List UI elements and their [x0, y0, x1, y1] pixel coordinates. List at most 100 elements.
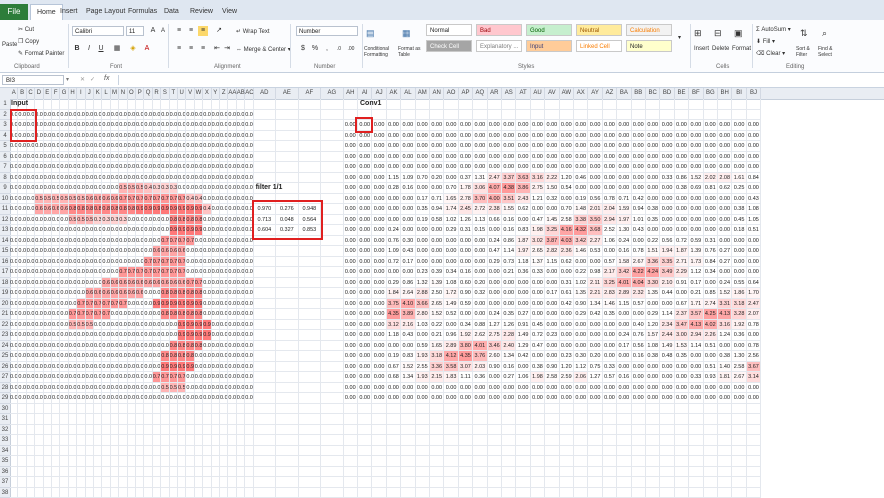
cell[interactable]: 0.00 [487, 141, 502, 152]
cell[interactable]: 0.9 [186, 319, 195, 330]
cell[interactable]: 0.35 [646, 214, 661, 225]
cell[interactable]: 0.0 [10, 162, 19, 173]
cell[interactable]: 0.0 [236, 298, 246, 309]
paste-button[interactable]: Paste [2, 42, 17, 48]
cell[interactable] [52, 487, 61, 498]
cell[interactable]: 0.00 [530, 351, 546, 362]
cell[interactable]: 0.00 [703, 204, 718, 215]
cell[interactable]: 0.0 [52, 319, 61, 330]
cell[interactable] [631, 109, 646, 120]
cell[interactable] [276, 130, 299, 141]
cell[interactable]: 0.0 [228, 120, 237, 131]
cell[interactable]: 0.7 [102, 298, 111, 309]
cell[interactable]: 0.0 [35, 141, 44, 152]
cell[interactable]: 1.83 [444, 372, 459, 383]
cell[interactable]: 0.00 [358, 162, 373, 173]
cell[interactable]: 0.0 [68, 162, 78, 173]
cell[interactable]: 1.14 [689, 340, 704, 351]
cell[interactable]: 4.04 [631, 277, 646, 288]
cell[interactable]: 0.0 [236, 361, 246, 372]
cell[interactable] [298, 393, 322, 404]
cell[interactable]: 1.87 [674, 246, 690, 257]
cell[interactable] [358, 435, 373, 446]
cell[interactable]: 0.0 [94, 330, 103, 341]
cell[interactable] [144, 99, 153, 110]
cell[interactable] [298, 109, 322, 120]
cell[interactable] [689, 477, 704, 488]
cell[interactable]: 0.38 [674, 183, 690, 194]
cell[interactable]: 0.0 [68, 225, 78, 236]
cell[interactable] [94, 99, 103, 110]
decrease-indent-icon[interactable]: ⇤ [212, 44, 222, 54]
cell[interactable]: 0.0 [186, 130, 195, 141]
cell[interactable]: 0.00 [372, 382, 387, 393]
cell[interactable] [35, 414, 44, 425]
cell[interactable]: 0.0 [94, 256, 103, 267]
cell[interactable]: 1.97 [617, 214, 632, 225]
cell[interactable] [415, 456, 430, 467]
cell[interactable] [386, 403, 402, 414]
cell[interactable]: 0.00 [660, 141, 675, 152]
cell[interactable]: 0.00 [660, 361, 675, 372]
cell[interactable] [588, 99, 603, 110]
cell[interactable]: 0.22 [430, 319, 445, 330]
cell[interactable]: 3.80 [458, 340, 474, 351]
cell[interactable]: 0.0 [228, 330, 237, 341]
cell[interactable]: 0.00 [473, 246, 488, 257]
cell[interactable]: 0.0 [236, 277, 246, 288]
cell[interactable]: 0.0 [211, 361, 220, 372]
cell[interactable]: 0.00 [602, 246, 618, 257]
cell[interactable]: 0.0 [26, 256, 36, 267]
cell[interactable]: 0.00 [473, 256, 488, 267]
cell[interactable] [473, 403, 488, 414]
cell[interactable] [358, 456, 373, 467]
cell[interactable] [60, 477, 69, 488]
cell[interactable] [401, 477, 416, 488]
cell[interactable]: 0.0 [203, 172, 212, 183]
column-header-j[interactable]: J [86, 88, 94, 99]
cell[interactable]: 0.8 [68, 204, 78, 215]
cell[interactable] [559, 435, 574, 446]
cell[interactable]: 0.00 [487, 120, 502, 131]
cell[interactable]: 0.00 [358, 256, 373, 267]
cell[interactable]: 0.00 [559, 393, 574, 404]
cell[interactable]: 0.9 [178, 204, 187, 215]
cell[interactable] [253, 477, 277, 488]
cell[interactable]: 3.51 [502, 193, 517, 204]
cell[interactable]: 0.00 [444, 319, 459, 330]
cell[interactable]: 0.0 [245, 361, 254, 372]
cell[interactable]: 0.5 [85, 214, 94, 225]
cell[interactable]: 0.00 [343, 235, 358, 246]
cell[interactable] [444, 99, 459, 110]
cell[interactable]: 2.04 [602, 204, 618, 215]
cell[interactable] [358, 403, 373, 414]
cell[interactable] [343, 456, 358, 467]
cell[interactable]: 0.00 [703, 151, 718, 162]
cell[interactable]: 0.00 [343, 340, 358, 351]
column-header-ak[interactable]: AK [387, 88, 402, 99]
cell[interactable]: 0.0 [85, 130, 94, 141]
cell[interactable] [298, 141, 322, 152]
cell[interactable] [386, 466, 402, 477]
cell[interactable]: 0.0 [94, 162, 103, 173]
cell[interactable]: 0.0 [119, 141, 128, 152]
cell[interactable]: 0.00 [530, 393, 546, 404]
cell[interactable]: 0.0 [68, 256, 78, 267]
cell[interactable] [298, 456, 322, 467]
cell[interactable]: 0.0 [228, 351, 237, 362]
cell[interactable]: 0.0 [127, 109, 136, 120]
cell[interactable]: 0.0 [68, 372, 78, 383]
cell[interactable] [401, 466, 416, 477]
cell[interactable]: 0.00 [545, 319, 560, 330]
cell[interactable] [646, 487, 661, 498]
cell[interactable]: 0.16 [617, 372, 632, 383]
cell[interactable]: 0.0 [52, 309, 61, 320]
cell[interactable]: 0.8 [178, 288, 187, 299]
cell[interactable]: 0.0 [10, 214, 19, 225]
cell[interactable]: 0.00 [746, 393, 762, 404]
cell[interactable] [343, 424, 358, 435]
cell[interactable]: 0.00 [415, 246, 430, 257]
cell[interactable]: 0.72 [674, 235, 690, 246]
row-header-29[interactable]: 29 [0, 393, 10, 404]
cell[interactable]: 1.08 [646, 340, 661, 351]
